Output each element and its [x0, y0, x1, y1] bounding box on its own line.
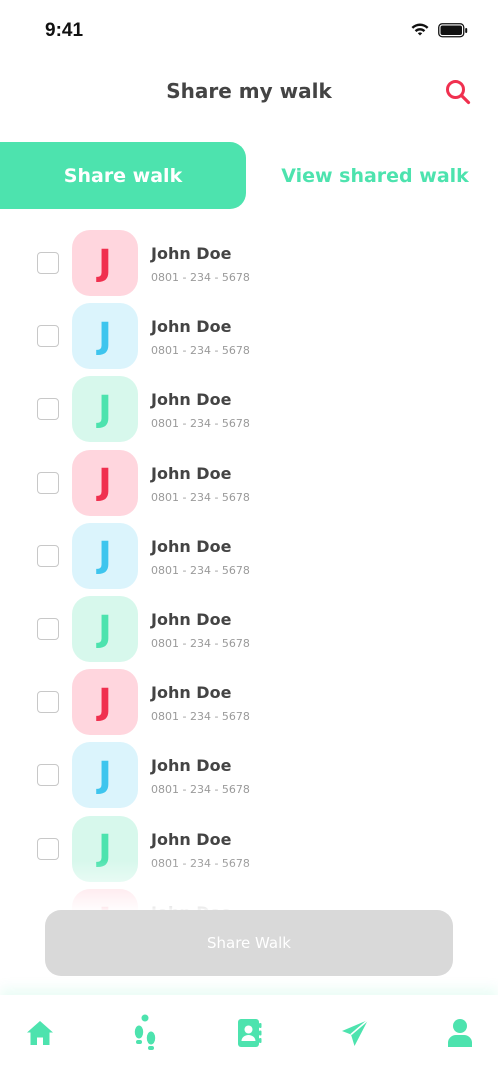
- contact-row[interactable]: J John Doe 0801 - 234 - 5678: [0, 299, 498, 372]
- contact-row[interactable]: J John Doe 0801 - 234 - 5678: [0, 665, 498, 738]
- contact-row[interactable]: J John Doe 0801 - 234 - 5678: [0, 812, 498, 885]
- contact-checkbox[interactable]: [37, 618, 59, 640]
- avatar: J: [72, 230, 138, 296]
- contact-name: John Doe: [151, 610, 232, 629]
- status-icons: [410, 22, 468, 38]
- contact-name: John Doe: [151, 829, 232, 849]
- status-time: 9:41: [45, 20, 84, 41]
- contact-name: John Doe: [151, 390, 232, 410]
- avatar: J: [72, 888, 138, 910]
- contact-phone: 0801 - 234 - 5678: [151, 783, 250, 797]
- tabs: Share walk View shared walk: [0, 142, 498, 209]
- contacts-book-icon: [238, 1019, 262, 1047]
- footsteps-icon: [134, 1014, 156, 1050]
- contact-phone: 0801 - 234 - 5678: [151, 271, 250, 284]
- contact-name: John Doe: [151, 317, 232, 337]
- send-icon: [342, 1019, 369, 1046]
- wifi-icon: [411, 23, 429, 36]
- contact-checkbox[interactable]: [37, 252, 59, 274]
- contact-row[interactable]: J John Doe 0801 - 234 - 5678: [0, 372, 498, 445]
- contact-name: John Doe: [151, 903, 231, 910]
- nav-walk[interactable]: [129, 1014, 161, 1050]
- search-icon: [446, 80, 471, 105]
- contact-row[interactable]: J John Doe 0801 - 234 - 5678: [0, 446, 498, 519]
- contact-checkbox[interactable]: [37, 398, 59, 421]
- contact-name: John Doe: [151, 536, 232, 556]
- contact-phone: 0801 - 234 - 5678: [151, 710, 250, 724]
- contact-phone: 0801 - 234 - 5678: [151, 417, 250, 431]
- contact-row[interactable]: J John Doe 0801 - 234 - 5678: [0, 592, 498, 665]
- nav-send[interactable]: [339, 1017, 371, 1049]
- nav-profile[interactable]: [444, 1017, 476, 1049]
- contact-row[interactable]: J John Doe 0801 - 234 - 5678: [0, 226, 498, 299]
- status-bar: 9:41: [0, 0, 498, 60]
- search-button[interactable]: [444, 78, 472, 106]
- home-icon: [27, 1021, 53, 1045]
- nav-contacts[interactable]: [233, 1017, 265, 1049]
- nav-home[interactable]: [24, 1017, 56, 1049]
- contact-row[interactable]: J John Doe 0801 - 234 - 5678: [0, 519, 498, 592]
- bottom-nav: [0, 995, 498, 1080]
- contact-row[interactable]: J John Doe 0801 - 234 - 5678: [0, 738, 498, 811]
- contact-checkbox[interactable]: [37, 764, 59, 787]
- avatar: J: [72, 669, 138, 736]
- avatar: J: [72, 596, 138, 662]
- avatar: J: [72, 376, 138, 443]
- contact-name: John Doe: [151, 463, 232, 483]
- contact-phone: 0801 - 234 - 5678: [151, 856, 250, 870]
- contact-checkbox[interactable]: [37, 837, 59, 860]
- contact-phone: 0801 - 234 - 5678: [151, 344, 250, 358]
- tab-view-shared-walk[interactable]: View shared walk: [252, 142, 498, 209]
- contact-checkbox[interactable]: [37, 544, 59, 567]
- contact-row[interactable]: JJohn Doe0801 - 234 - 5678: [0, 885, 498, 910]
- tab-share-walk[interactable]: Share walk: [0, 142, 246, 209]
- avatar: J: [72, 449, 138, 516]
- contact-phone: 0801 - 234 - 5678: [151, 490, 250, 504]
- battery-icon: [438, 22, 468, 37]
- avatar: J: [72, 522, 138, 589]
- contact-checkbox[interactable]: [37, 325, 59, 348]
- contact-phone: 0801 - 234 - 5678: [151, 637, 250, 650]
- header: Share my walk: [0, 70, 498, 114]
- contact-name: John Doe: [151, 683, 232, 703]
- avatar: J: [72, 815, 138, 882]
- profile-icon: [448, 1019, 472, 1047]
- avatar: J: [72, 303, 138, 370]
- contact-name: John Doe: [151, 244, 232, 263]
- contact-checkbox[interactable]: [37, 691, 59, 714]
- share-walk-button[interactable]: Share Walk: [45, 910, 453, 976]
- contact-list[interactable]: J John Doe 0801 - 234 - 5678 J John Doe 0801 …: [0, 226, 498, 910]
- page-title: Share my walk: [166, 79, 332, 103]
- contact-name: John Doe: [151, 756, 232, 776]
- avatar: J: [72, 742, 138, 809]
- contact-checkbox[interactable]: [37, 471, 59, 494]
- contact-phone: 0801 - 234 - 5678: [151, 563, 250, 577]
